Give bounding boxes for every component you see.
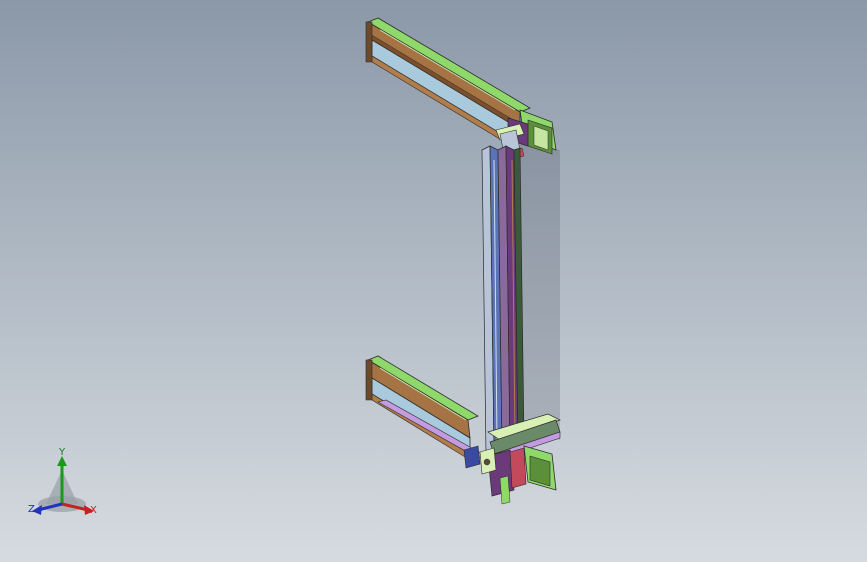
triad-y-label: Y (59, 447, 66, 458)
orientation-triad: Y X Z (22, 448, 112, 528)
triad-z-label: Z (28, 504, 35, 515)
bottom-beam[interactable] (365, 355, 487, 461)
bottom-corner-assembly[interactable] (463, 413, 561, 505)
triad-x-label: X (90, 505, 97, 516)
model-shadow (520, 140, 560, 440)
vertical-column[interactable] (481, 145, 525, 455)
cad-viewport[interactable]: Y X Z (0, 0, 867, 562)
cad-model[interactable] (0, 0, 867, 562)
triad-axes-icon (32, 456, 94, 515)
